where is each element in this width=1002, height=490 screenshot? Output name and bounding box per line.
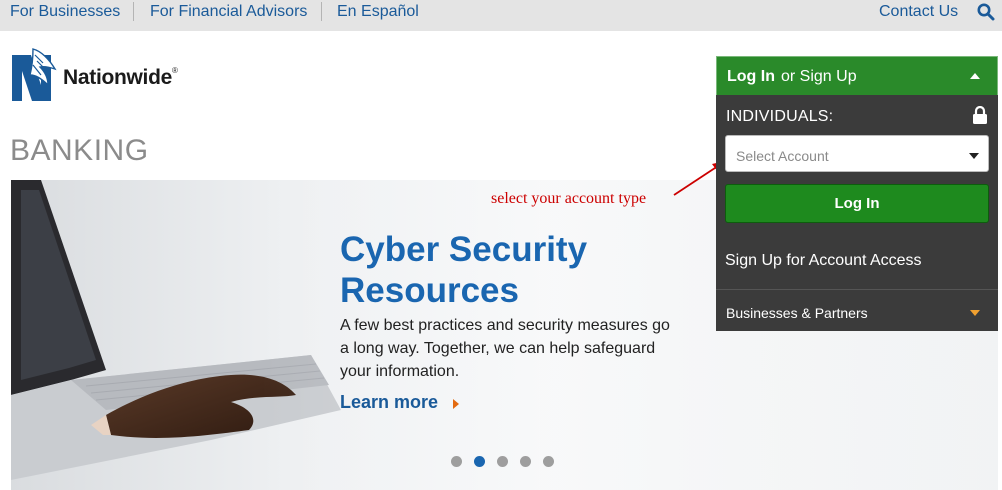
nationwide-logo[interactable]: Nationwide®: [11, 47, 221, 105]
select-account-dropdown[interactable]: Select Account: [725, 135, 989, 172]
logo-wordmark: Nationwide®: [63, 66, 178, 89]
eagle-logo-icon: [11, 47, 57, 110]
page-title: BANKING: [10, 134, 149, 167]
chevron-down-icon: [970, 310, 980, 316]
individuals-label: INDIVIDUALS:: [726, 108, 834, 125]
chevron-right-icon: [453, 399, 459, 409]
select-account-placeholder: Select Account: [736, 148, 829, 164]
login-header-bold: Log In: [727, 68, 775, 85]
carousel-dot-active[interactable]: [474, 456, 485, 467]
login-panel-header[interactable]: Log In or Sign Up: [716, 56, 998, 95]
top-utility-bar: For Businesses For Financial Advisors En…: [0, 0, 1002, 31]
login-header-rest: or Sign Up: [781, 68, 857, 85]
carousel-dot[interactable]: [520, 456, 531, 467]
learn-more-link[interactable]: Learn more: [340, 392, 438, 413]
contact-us-link[interactable]: Contact Us: [879, 3, 958, 21]
divider: [133, 2, 134, 21]
divider: [716, 289, 998, 290]
for-businesses-link[interactable]: For Businesses: [10, 3, 120, 21]
divider: [321, 2, 322, 21]
annotation-text: select your account type: [491, 190, 647, 207]
carousel-dot[interactable]: [543, 456, 554, 467]
hero-headline: Cyber Security Resources: [340, 230, 588, 310]
hero-body-text: A few best practices and security measur…: [340, 317, 670, 380]
en-espanol-link[interactable]: En Español: [337, 3, 419, 21]
carousel-dot[interactable]: [497, 456, 508, 467]
login-panel: Log In or Sign Up INDIVIDUALS: Select Ac…: [716, 56, 998, 331]
carousel-dot[interactable]: [451, 456, 462, 467]
chevron-down-icon: [969, 153, 979, 159]
carousel-indicators: [451, 454, 561, 468]
search-icon[interactable]: [976, 2, 996, 22]
sign-up-link[interactable]: Sign Up for Account Access: [725, 252, 922, 270]
chevron-up-icon: [970, 73, 980, 79]
lock-icon: [972, 105, 988, 129]
log-in-button[interactable]: Log In: [725, 184, 989, 223]
for-financial-advisors-link[interactable]: For Financial Advisors: [150, 3, 307, 21]
businesses-partners-toggle[interactable]: Businesses & Partners: [726, 305, 868, 321]
